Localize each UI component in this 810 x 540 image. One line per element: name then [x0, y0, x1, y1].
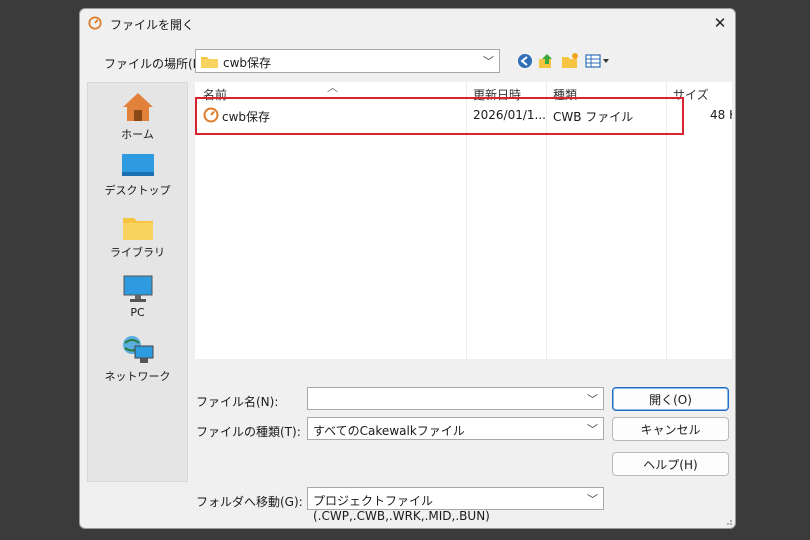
place-pc[interactable]: PC: [88, 275, 187, 319]
dialog-title: ファイルを開く: [110, 18, 195, 32]
place-label: ホーム: [121, 128, 154, 141]
chevron-down-icon: ﹀: [587, 393, 598, 406]
computer-icon: [123, 275, 152, 302]
resize-grip-icon[interactable]: [724, 517, 733, 526]
place-home[interactable]: ホーム: [88, 91, 187, 142]
places-bar: ホーム デスクトップ ライブラリ PC ネットワーク: [87, 82, 188, 482]
filename-input[interactable]: ﹀: [307, 387, 604, 410]
sort-ascending-icon: ︿: [327, 82, 338, 94]
close-icon: ✕: [713, 14, 727, 32]
open-file-dialog: ファイルを開く ✕ ファイルの場所(I): cwb保存 ﹀ ホーム デスクトップ…: [79, 8, 736, 529]
view-grid-icon: [585, 54, 609, 68]
up-folder-button[interactable]: [536, 51, 556, 71]
place-label: ライブラリ: [110, 246, 165, 259]
place-label: デスクトップ: [104, 184, 171, 197]
place-network[interactable]: ネットワーク: [88, 335, 187, 384]
look-in-label: ファイルの場所(I):: [104, 57, 205, 71]
chevron-down-icon: ﹀: [483, 55, 494, 68]
cakewalk-logo-icon: [88, 16, 102, 30]
file-size: 48 K: [710, 108, 732, 122]
place-label: ネットワーク: [104, 370, 171, 383]
selection-highlight-box: [195, 97, 684, 135]
cancel-button[interactable]: キャンセル: [612, 417, 729, 441]
folder-icon: [201, 57, 218, 68]
close-button[interactable]: ✕: [705, 9, 735, 37]
place-label: PC: [130, 306, 145, 319]
up-folder-icon: [539, 54, 552, 68]
home-icon: [122, 93, 153, 121]
library-folder-icon: [122, 218, 153, 240]
help-button[interactable]: ヘルプ(H): [612, 452, 729, 476]
filetype-dropdown[interactable]: すべてのCakewalkファイル ﹀: [307, 417, 604, 440]
new-folder-button[interactable]: [560, 51, 580, 71]
network-icon: [122, 336, 153, 363]
goto-folder-value: プロジェクトファイル (.CWP,.CWB,.WRK,.MID,.BUN): [313, 494, 490, 523]
look-in-value: cwb保存: [223, 56, 272, 70]
view-menu-button[interactable]: [584, 51, 612, 71]
goto-folder-dropdown[interactable]: プロジェクトファイル (.CWP,.CWB,.WRK,.MID,.BUN) ﹀: [307, 487, 604, 523]
chevron-down-icon: ﹀: [587, 493, 598, 506]
new-folder-icon: [562, 53, 578, 68]
place-library[interactable]: ライブラリ: [88, 215, 187, 260]
back-button[interactable]: [515, 51, 535, 71]
filename-label: ファイル名(N):: [196, 395, 279, 409]
title-bar[interactable]: ファイルを開く ✕: [80, 9, 735, 39]
open-button[interactable]: 開く(O): [612, 387, 729, 411]
desktop-icon: [121, 154, 154, 176]
look-in-dropdown[interactable]: cwb保存 ﹀: [195, 49, 500, 73]
back-arrow-icon: [518, 54, 532, 68]
filetype-value: すべてのCakewalkファイル: [313, 424, 465, 438]
place-desktop[interactable]: デスクトップ: [88, 153, 187, 198]
filetype-label: ファイルの種類(T):: [196, 425, 301, 439]
chevron-down-icon: ﹀: [587, 423, 598, 436]
goto-folder-label: フォルダへ移動(G):: [196, 495, 303, 509]
